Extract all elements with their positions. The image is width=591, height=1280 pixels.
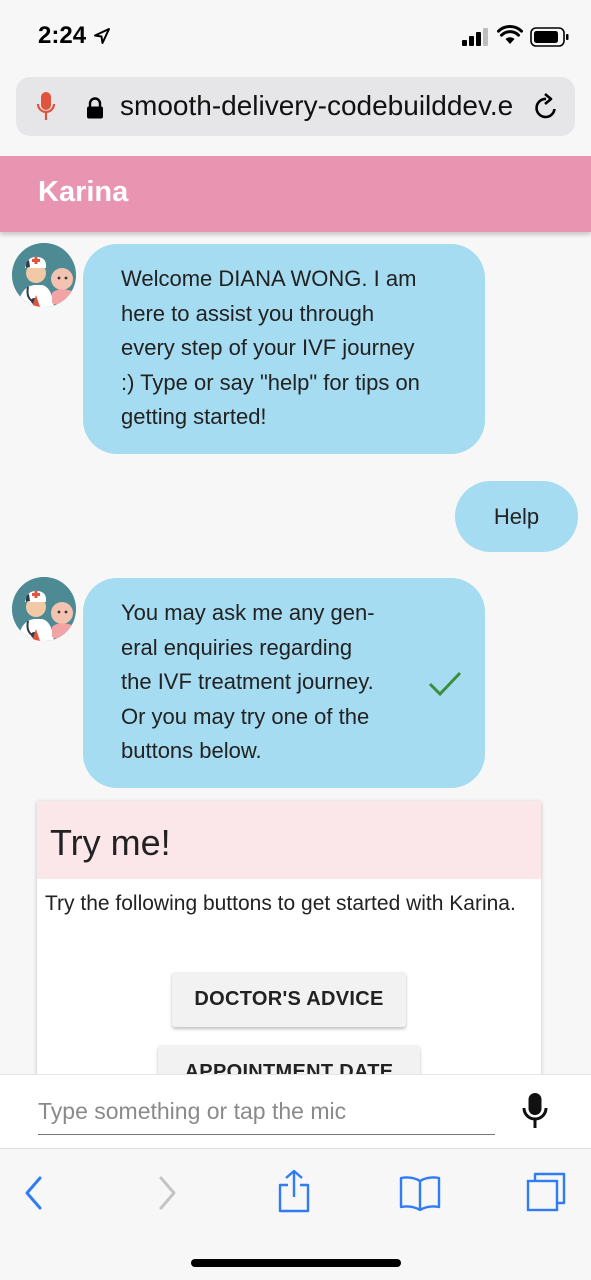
browser-toolbar: [0, 1148, 591, 1280]
bot-avatar: [12, 577, 76, 641]
message-line: here to assist you through: [121, 300, 375, 326]
bot-message-bubble: You may ask me any gen- eral enquiries r…: [83, 578, 485, 788]
status-bar: 2:24: [0, 0, 591, 72]
message-line: :) Type or say "help" for tips on: [121, 369, 420, 395]
bookmarks-icon[interactable]: [398, 1175, 442, 1211]
message-line: You may ask me any gen-: [121, 600, 375, 625]
bot-avatar: [12, 243, 76, 307]
card-title: Try me!: [50, 822, 171, 863]
app-header: Karina: [0, 156, 591, 232]
tabs-icon[interactable]: [525, 1171, 567, 1213]
doctor-avatar-icon: [12, 243, 76, 307]
status-time: 2:24: [38, 22, 87, 49]
message-line: every step of your IVF journey: [121, 335, 415, 360]
share-icon[interactable]: [277, 1169, 311, 1213]
message-line: buttons below.: [121, 738, 262, 763]
forward-icon[interactable]: [155, 1175, 179, 1211]
chat-input-bar: [0, 1074, 591, 1148]
message-text: Help: [493, 504, 540, 529]
doctors-advice-button[interactable]: DOCTOR'S ADVICE: [172, 972, 406, 1027]
doctor-avatar-icon: [12, 577, 76, 641]
url-text[interactable]: smooth-delivery-codebuilddev.example: [120, 90, 512, 124]
reload-icon[interactable]: [533, 93, 559, 121]
location-arrow-icon: [94, 28, 110, 44]
user-message-bubble: Help: [455, 481, 578, 552]
card-description: Try the following buttons to get started…: [45, 892, 516, 915]
battery-icon: [530, 27, 569, 47]
back-icon[interactable]: [22, 1175, 46, 1211]
message-line: Or you may try one of the: [121, 703, 370, 729]
message-line: eral enquiries regarding: [121, 634, 353, 660]
lock-icon: [87, 97, 103, 119]
message-line: the IVF treatment journey.: [121, 669, 374, 694]
home-indicator[interactable]: [191, 1259, 401, 1267]
microphone-icon[interactable]: [36, 91, 56, 123]
chat-input[interactable]: [38, 1089, 495, 1135]
card-header: Try me!: [37, 801, 541, 879]
app-title: Karina: [38, 176, 129, 208]
try-me-card: Try me! Try the following buttons to get…: [37, 801, 541, 1101]
cellular-signal-icon: [462, 28, 488, 46]
address-bar[interactable]: smooth-delivery-codebuilddev.example: [16, 77, 575, 136]
wifi-icon: [497, 25, 523, 44]
read-check-icon: [428, 671, 462, 697]
microphone-icon[interactable]: [520, 1091, 550, 1131]
message-line: Welcome DIANA WONG. I am: [121, 266, 417, 291]
message-line: getting started!: [121, 404, 267, 429]
bot-message-bubble: Welcome DIANA WONG. I am here to assist …: [83, 244, 485, 454]
